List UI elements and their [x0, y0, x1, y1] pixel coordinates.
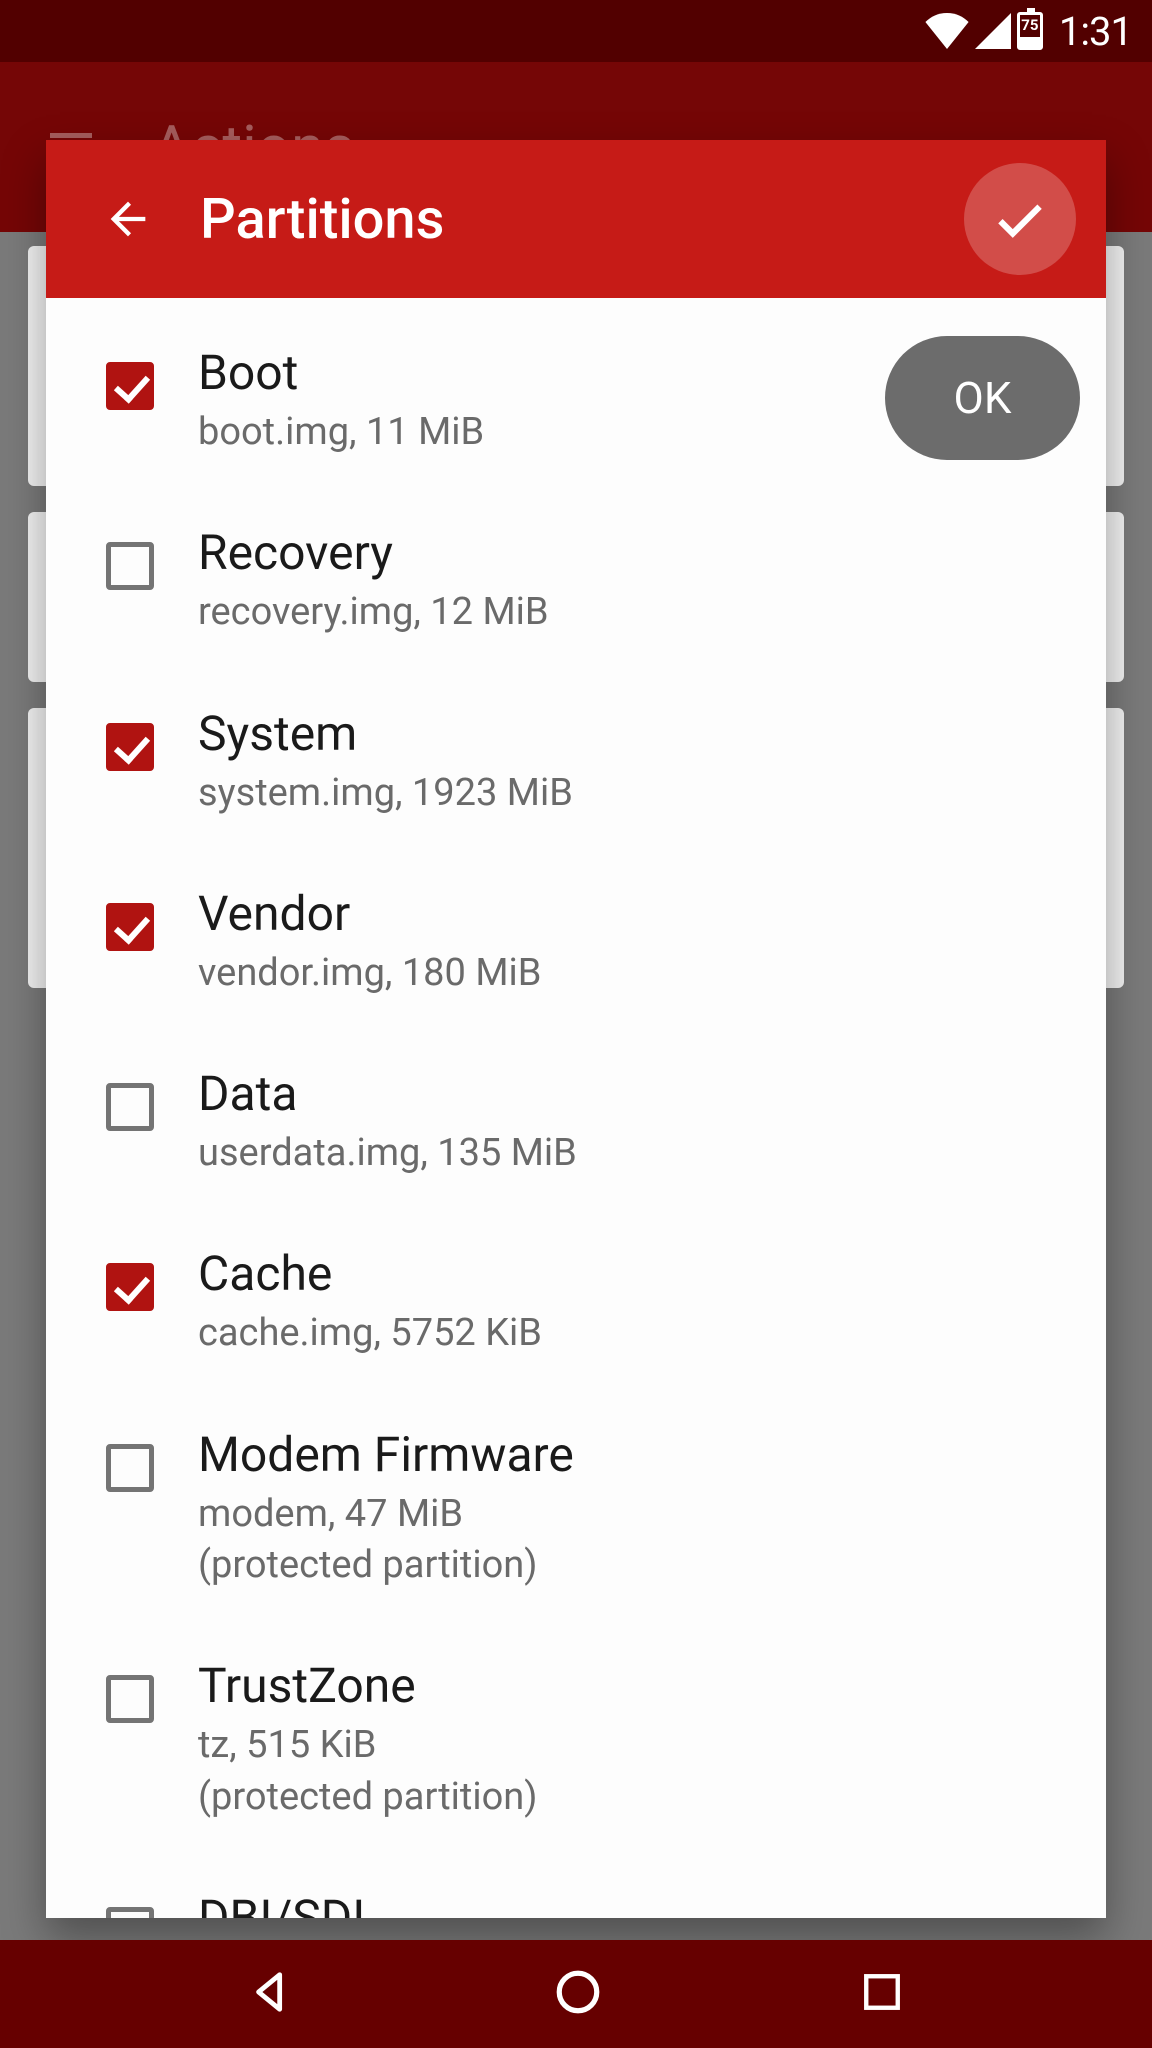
nav-home-icon — [553, 1967, 603, 2017]
partition-title: Boot — [198, 344, 484, 401]
ok-toast[interactable]: OK — [885, 336, 1080, 460]
nav-bar — [0, 1940, 1152, 2048]
partition-title: Data — [198, 1065, 577, 1122]
partition-checkbox[interactable] — [106, 1907, 154, 1918]
battery-icon: 75 — [1017, 12, 1043, 50]
partition-checkbox[interactable] — [106, 1444, 154, 1492]
partition-subtitle: userdata.img, 135 MiB — [198, 1128, 577, 1179]
partition-subtitle: modem, 47 MiB(protected partition) — [198, 1489, 574, 1592]
partition-title: System — [198, 705, 573, 762]
partition-title: Recovery — [198, 524, 549, 581]
partition-checkbox[interactable] — [106, 362, 154, 410]
partition-subtitle: system.img, 1923 MiB — [198, 768, 573, 819]
nav-home-button[interactable] — [553, 1967, 603, 2021]
partition-item[interactable]: Vendor vendor.img, 180 MiB — [46, 859, 1106, 1039]
status-bar: 75 1:31 — [0, 0, 1152, 62]
status-time: 1:31 — [1059, 8, 1132, 55]
arrow-left-icon — [102, 193, 154, 245]
partition-title: DBI/SDI — [198, 1889, 374, 1918]
back-button[interactable] — [96, 187, 160, 251]
partition-subtitle: cache.img, 5752 KiB — [198, 1308, 542, 1359]
partition-subtitle: recovery.img, 12 MiB — [198, 587, 549, 638]
partition-title: Vendor — [198, 885, 541, 942]
nav-back-button[interactable] — [249, 1969, 295, 2019]
partition-item[interactable]: Data userdata.img, 135 MiB — [46, 1039, 1106, 1219]
partition-item[interactable]: System system.img, 1923 MiB — [46, 679, 1106, 859]
partition-checkbox[interactable] — [106, 1263, 154, 1311]
partition-title: TrustZone — [198, 1657, 537, 1714]
partition-item[interactable]: Modem Firmware modem, 47 MiB(protected pa… — [46, 1400, 1106, 1632]
wifi-icon — [925, 13, 969, 49]
partition-title: Modem Firmware — [198, 1426, 574, 1483]
partition-item[interactable]: Cache cache.img, 5752 KiB — [46, 1219, 1106, 1399]
check-icon — [991, 190, 1049, 248]
confirm-button[interactable] — [964, 163, 1076, 275]
partition-subtitle: tz, 515 KiB(protected partition) — [198, 1720, 537, 1823]
partition-checkbox[interactable] — [106, 723, 154, 771]
partition-checkbox[interactable] — [106, 542, 154, 590]
partition-subtitle: boot.img, 11 MiB — [198, 407, 484, 458]
cell-signal-icon — [975, 13, 1011, 49]
partition-checkbox[interactable] — [106, 903, 154, 951]
partition-item[interactable]: TrustZone tz, 515 KiB(protected partition… — [46, 1631, 1106, 1863]
partition-title: Cache — [198, 1245, 542, 1302]
partition-checkbox[interactable] — [106, 1083, 154, 1131]
partition-item[interactable]: DBI/SDIsdi, 24 KiB — [46, 1863, 1106, 1918]
nav-recent-icon — [861, 1971, 903, 2013]
partition-subtitle: vendor.img, 180 MiB — [198, 948, 541, 999]
partition-item[interactable]: Recovery recovery.img, 12 MiB — [46, 498, 1106, 678]
dialog-title: Partitions — [200, 186, 964, 252]
dialog-header: Partitions — [46, 140, 1106, 298]
partition-checkbox[interactable] — [106, 1675, 154, 1723]
partition-list[interactable]: Boot boot.img, 11 MiB Recovery recovery.img… — [46, 298, 1106, 1918]
nav-recent-button[interactable] — [861, 1971, 903, 2017]
nav-back-icon — [249, 1969, 295, 2015]
